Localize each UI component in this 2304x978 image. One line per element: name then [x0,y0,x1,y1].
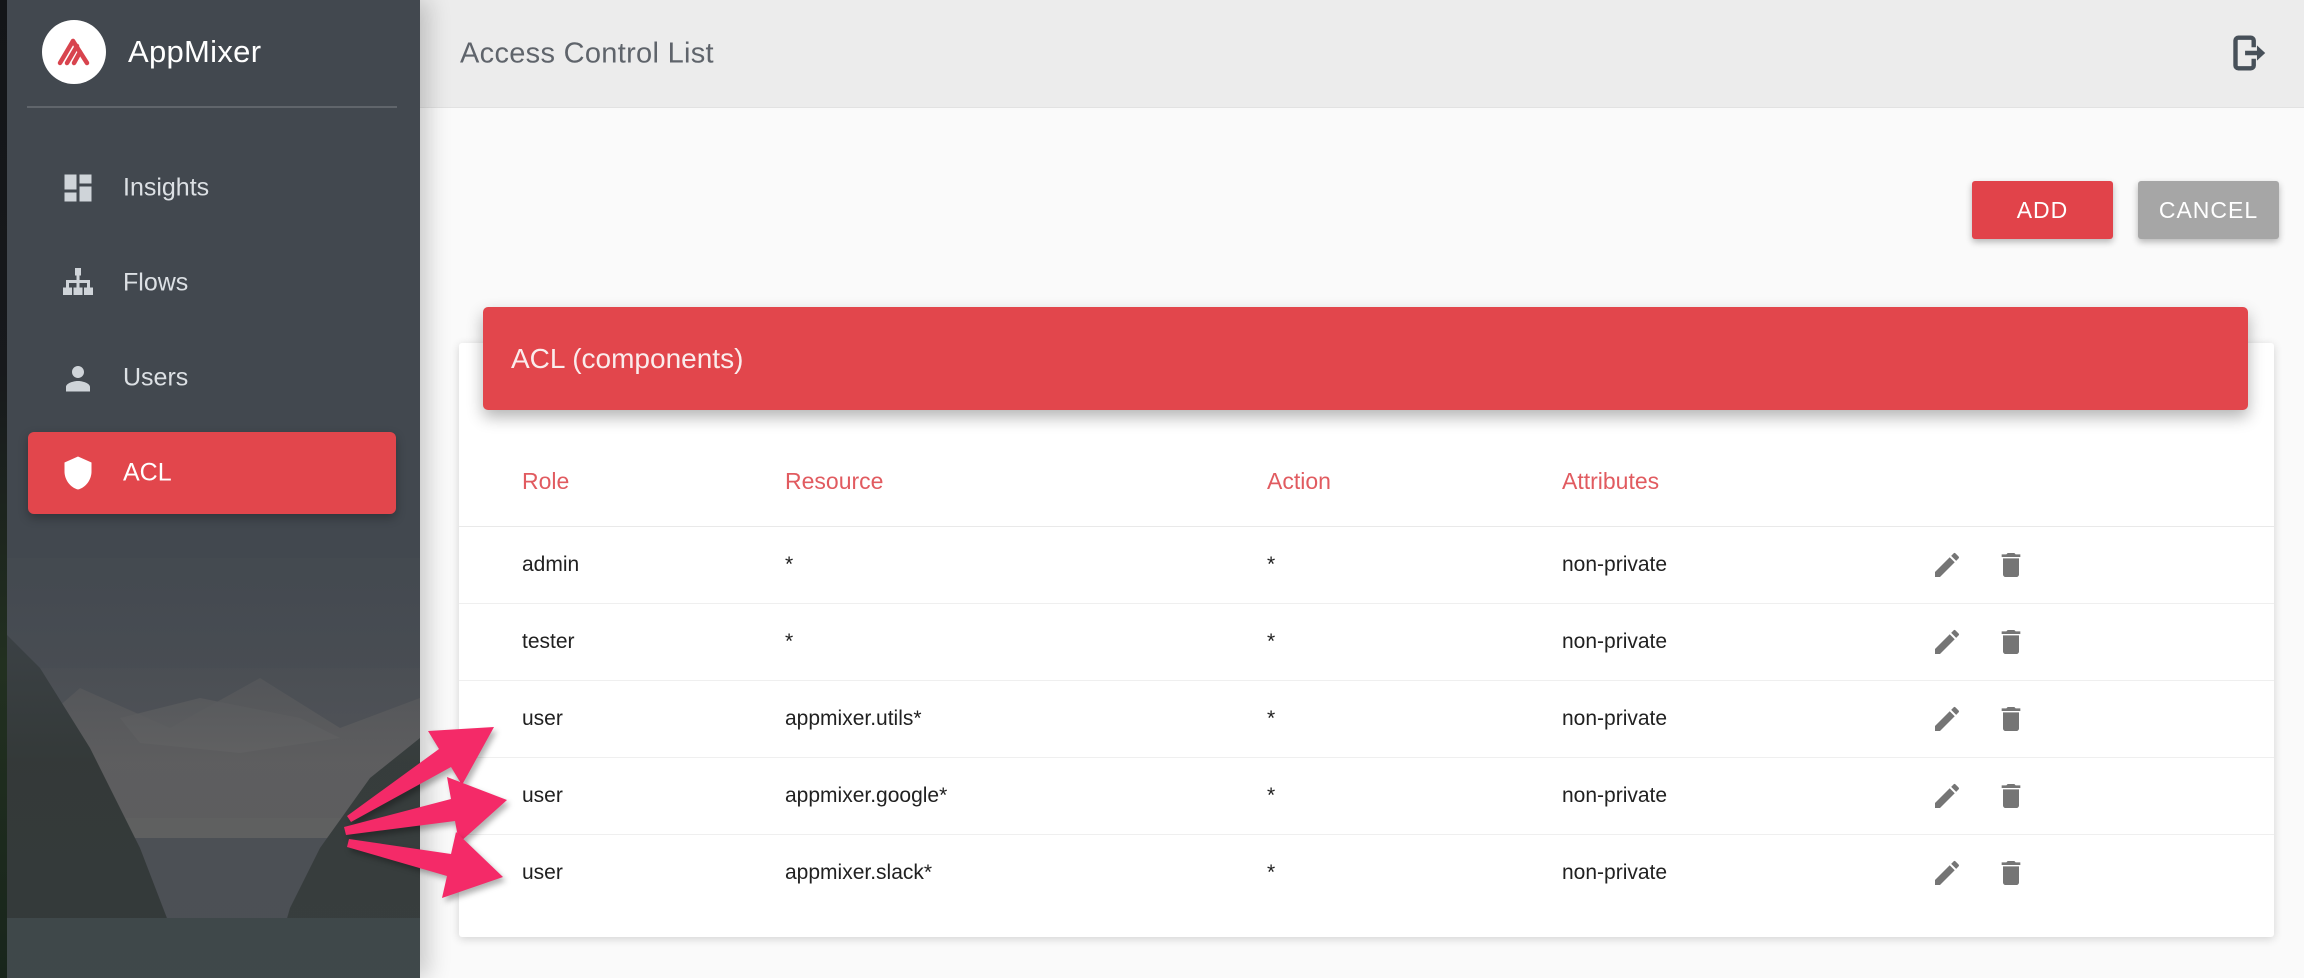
acl-card: Role Resource Action Attributes admin * … [459,343,2274,937]
cell-role: user [522,861,563,885]
brand-logo-circle [42,20,106,84]
cell-role: tester [522,630,575,654]
sidebar-item-insights[interactable]: Insights [28,147,396,229]
trash-icon [1995,703,2027,735]
dashboard-icon [60,170,96,206]
cell-attributes: non-private [1562,553,1667,577]
sidebar: AppMixer Insights Flows [0,0,420,978]
table-row: user appmixer.slack* * non-private [459,835,2274,911]
cell-action: * [1267,553,1275,577]
cell-resource: appmixer.utils* [785,707,922,731]
table-row: user appmixer.google* * non-private [459,758,2274,835]
edit-pencil-icon [1931,703,1963,735]
edit-button[interactable] [1931,780,1963,812]
panel-header: ACL (components) [483,307,2248,410]
edit-button[interactable] [1931,703,1963,735]
edit-button[interactable] [1931,549,1963,581]
page-title: Access Control List [460,37,714,70]
trash-icon [1995,549,2027,581]
delete-button[interactable] [1995,626,2027,658]
table-row: user appmixer.utils* * non-private [459,681,2274,758]
sidebar-item-acl[interactable]: ACL [28,432,396,514]
flows-tree-icon [60,265,96,301]
trash-icon [1995,780,2027,812]
cell-attributes: non-private [1562,784,1667,808]
cell-role: user [522,784,563,808]
table-row: tester * * non-private [459,604,2274,681]
cell-resource: * [785,630,793,654]
edit-pencil-icon [1931,549,1963,581]
column-header-attributes: Attributes [1562,468,1659,495]
sidebar-item-users[interactable]: Users [28,337,396,419]
cell-action: * [1267,784,1275,808]
sidebar-menu: Insights Flows Users [28,147,396,527]
cell-attributes: non-private [1562,861,1667,885]
sidebar-item-flows[interactable]: Flows [28,242,396,324]
table-row: admin * * non-private [459,527,2274,604]
edit-pencil-icon [1931,780,1963,812]
logout-icon [2224,30,2270,76]
shield-icon [60,455,96,491]
edit-button[interactable] [1931,857,1963,889]
column-header-resource: Resource [785,468,883,495]
table-header-row: Role Resource Action Attributes [459,410,2274,527]
column-header-role: Role [522,468,569,495]
cell-action: * [1267,861,1275,885]
logout-button[interactable] [2224,30,2270,76]
cell-role: user [522,707,563,731]
edit-button[interactable] [1931,626,1963,658]
cell-action: * [1267,630,1275,654]
sidebar-divider [27,106,397,108]
cell-attributes: non-private [1562,630,1667,654]
add-button[interactable]: ADD [1972,181,2113,239]
brand-name: AppMixer [128,0,261,104]
cell-role: admin [522,553,579,577]
cell-resource: appmixer.google* [785,784,947,808]
sidebar-item-label: Users [123,364,188,393]
cell-resource: * [785,553,793,577]
sidebar-item-label: ACL [123,459,172,488]
panel-title: ACL (components) [511,343,743,375]
delete-button[interactable] [1995,703,2027,735]
delete-button[interactable] [1995,780,2027,812]
top-bar: Access Control List [420,0,2304,108]
brand-logo-icon [42,20,106,84]
cancel-button[interactable]: CANCEL [2138,181,2279,239]
delete-button[interactable] [1995,857,2027,889]
cell-attributes: non-private [1562,707,1667,731]
brand-logo: AppMixer [0,0,420,106]
cell-action: * [1267,707,1275,731]
trash-icon [1995,626,2027,658]
sidebar-item-label: Flows [123,269,188,298]
delete-button[interactable] [1995,549,2027,581]
edit-pencil-icon [1931,857,1963,889]
acl-table: Role Resource Action Attributes admin * … [459,410,2274,911]
cell-resource: appmixer.slack* [785,861,932,885]
column-header-action: Action [1267,468,1331,495]
user-icon [60,360,96,396]
sidebar-item-label: Insights [123,174,209,203]
trash-icon [1995,857,2027,889]
edit-pencil-icon [1931,626,1963,658]
